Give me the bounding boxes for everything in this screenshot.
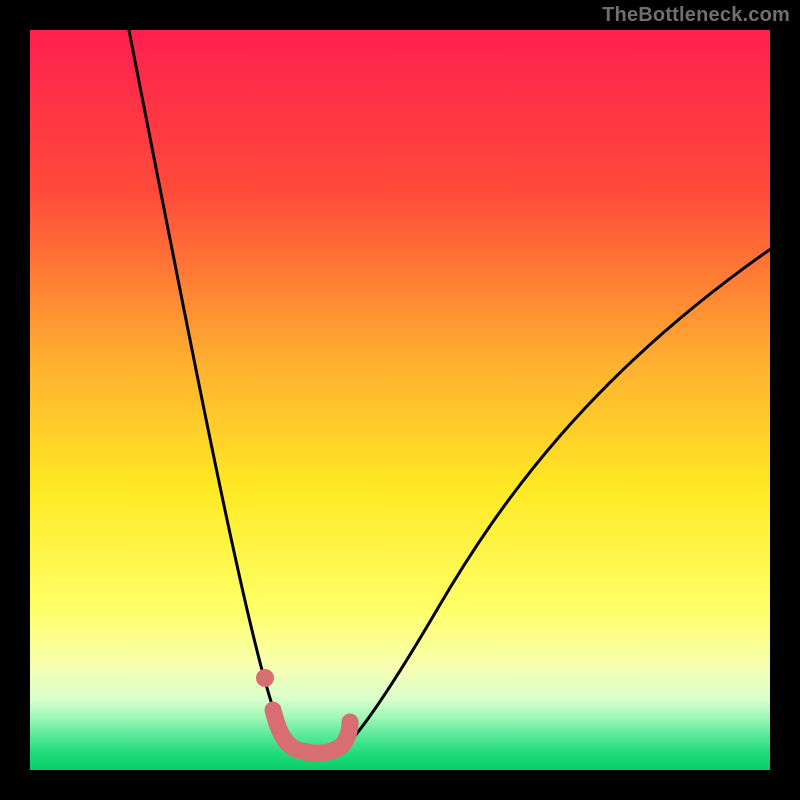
watermark-text: TheBottleneck.com xyxy=(602,4,790,27)
pink-dot xyxy=(256,669,274,687)
chart-frame: TheBottleneck.com xyxy=(0,0,800,800)
gradient-background xyxy=(30,30,770,770)
chart-svg xyxy=(30,30,770,770)
plot-area xyxy=(30,30,770,770)
